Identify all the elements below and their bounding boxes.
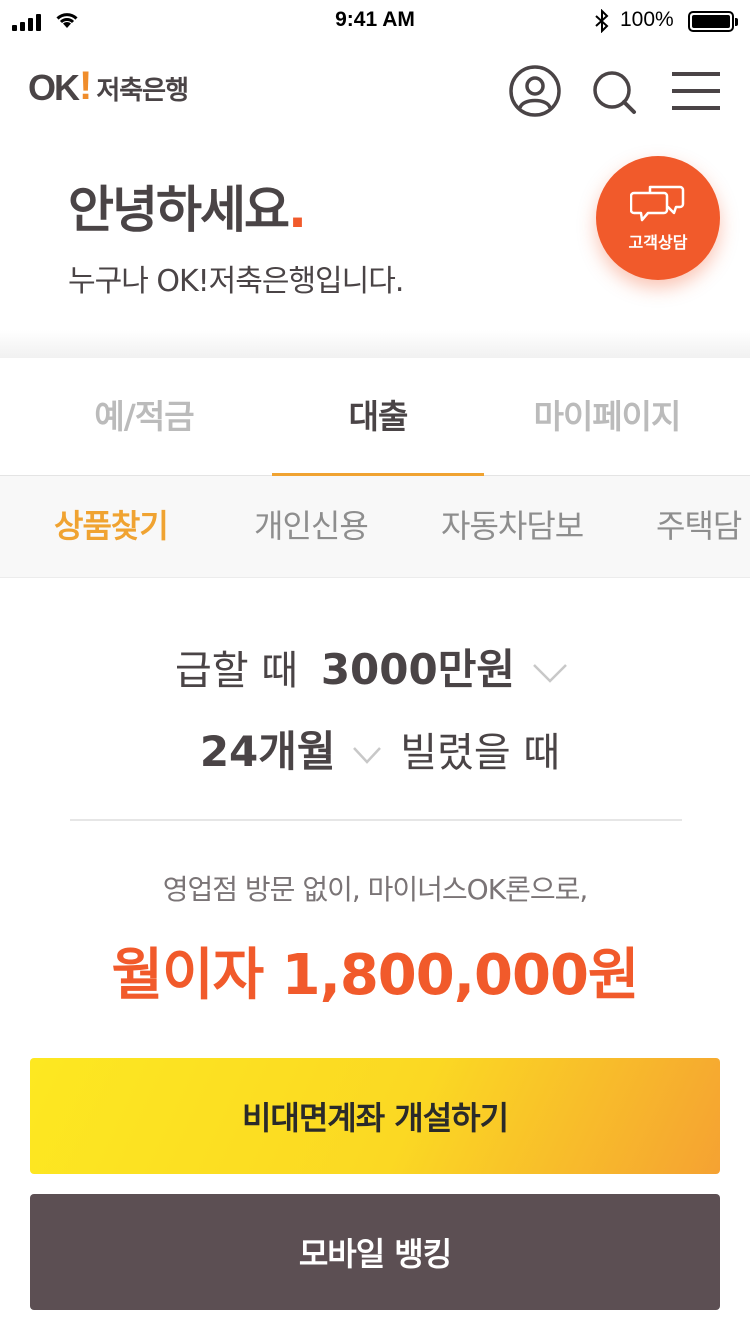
greeting-block: 안녕하세요. 누구나 OK!저축은행입니다. (68, 170, 404, 300)
section-divider (0, 330, 750, 358)
subtab-personal-credit[interactable]: 개인신용 (254, 476, 369, 576)
chevron-down-icon[interactable] (531, 662, 569, 684)
logo-bank: 저축은행 (96, 76, 189, 107)
brand-logo[interactable]: OK ! 저축은행 (28, 64, 189, 108)
calc-prefix: 급할 때 (174, 648, 299, 694)
subtab-auto-secured[interactable]: 자동차담보 (441, 476, 584, 576)
search-icon[interactable] (590, 64, 638, 118)
bluetooth-icon (595, 9, 609, 33)
consult-label: 고객상담 (628, 233, 688, 252)
divider (70, 819, 682, 821)
greeting-dot: . (288, 181, 307, 239)
subtab-find-product[interactable]: 상품찾기 (54, 476, 169, 576)
logo-ok: OK (28, 67, 80, 108)
calc-line-amount: 급할 때 3000만원 (0, 636, 750, 697)
promo-text: 영업점 방문 없이, 마이너스OK론으로, (162, 873, 589, 906)
greeting-title-text: 안녕하세요 (68, 181, 290, 239)
logo-bang: ! (79, 64, 93, 108)
period-select[interactable]: 24개월 (190, 718, 346, 779)
app-header: OK ! 저축은행 (0, 42, 750, 142)
tab-loan[interactable]: 대출 (272, 358, 484, 477)
mobile-banking-button[interactable]: 모바일 뱅킹 (30, 1194, 720, 1310)
subtab-mortgage[interactable]: 주택담 (656, 476, 742, 576)
greeting-subtitle: 누구나 OK!저축은행입니다. (68, 264, 404, 299)
greeting-title: 안녕하세요. (68, 170, 403, 242)
consult-button[interactable]: 고객상담 (596, 156, 720, 280)
monthly-interest-result: 월이자 1,800,000원 (111, 943, 640, 1008)
battery-icon (688, 11, 738, 32)
tab-mypage[interactable]: 마이페이지 (500, 358, 714, 476)
status-bar: 9:41 AM 100% (0, 0, 750, 42)
open-account-button[interactable]: 비대면계좌 개설하기 (30, 1058, 720, 1174)
chevron-down-icon[interactable] (352, 745, 382, 765)
chat-bubbles-icon (630, 185, 685, 222)
calc-suffix: 빌렸을 때 (400, 730, 561, 776)
menu-icon[interactable] (670, 64, 722, 118)
tab-savings[interactable]: 예/적금 (38, 358, 250, 476)
main-tabs: 예/적금 대출 마이페이지 (0, 358, 750, 477)
user-icon[interactable] (508, 64, 562, 118)
battery-percent: 100% (620, 8, 674, 31)
amount-select[interactable]: 3000만원 (311, 636, 525, 697)
calc-line-period: 24개월 빌렸을 때 (0, 718, 750, 779)
sub-tabs: 상품찾기 개인신용 자동차담보 주택담 (0, 476, 750, 578)
